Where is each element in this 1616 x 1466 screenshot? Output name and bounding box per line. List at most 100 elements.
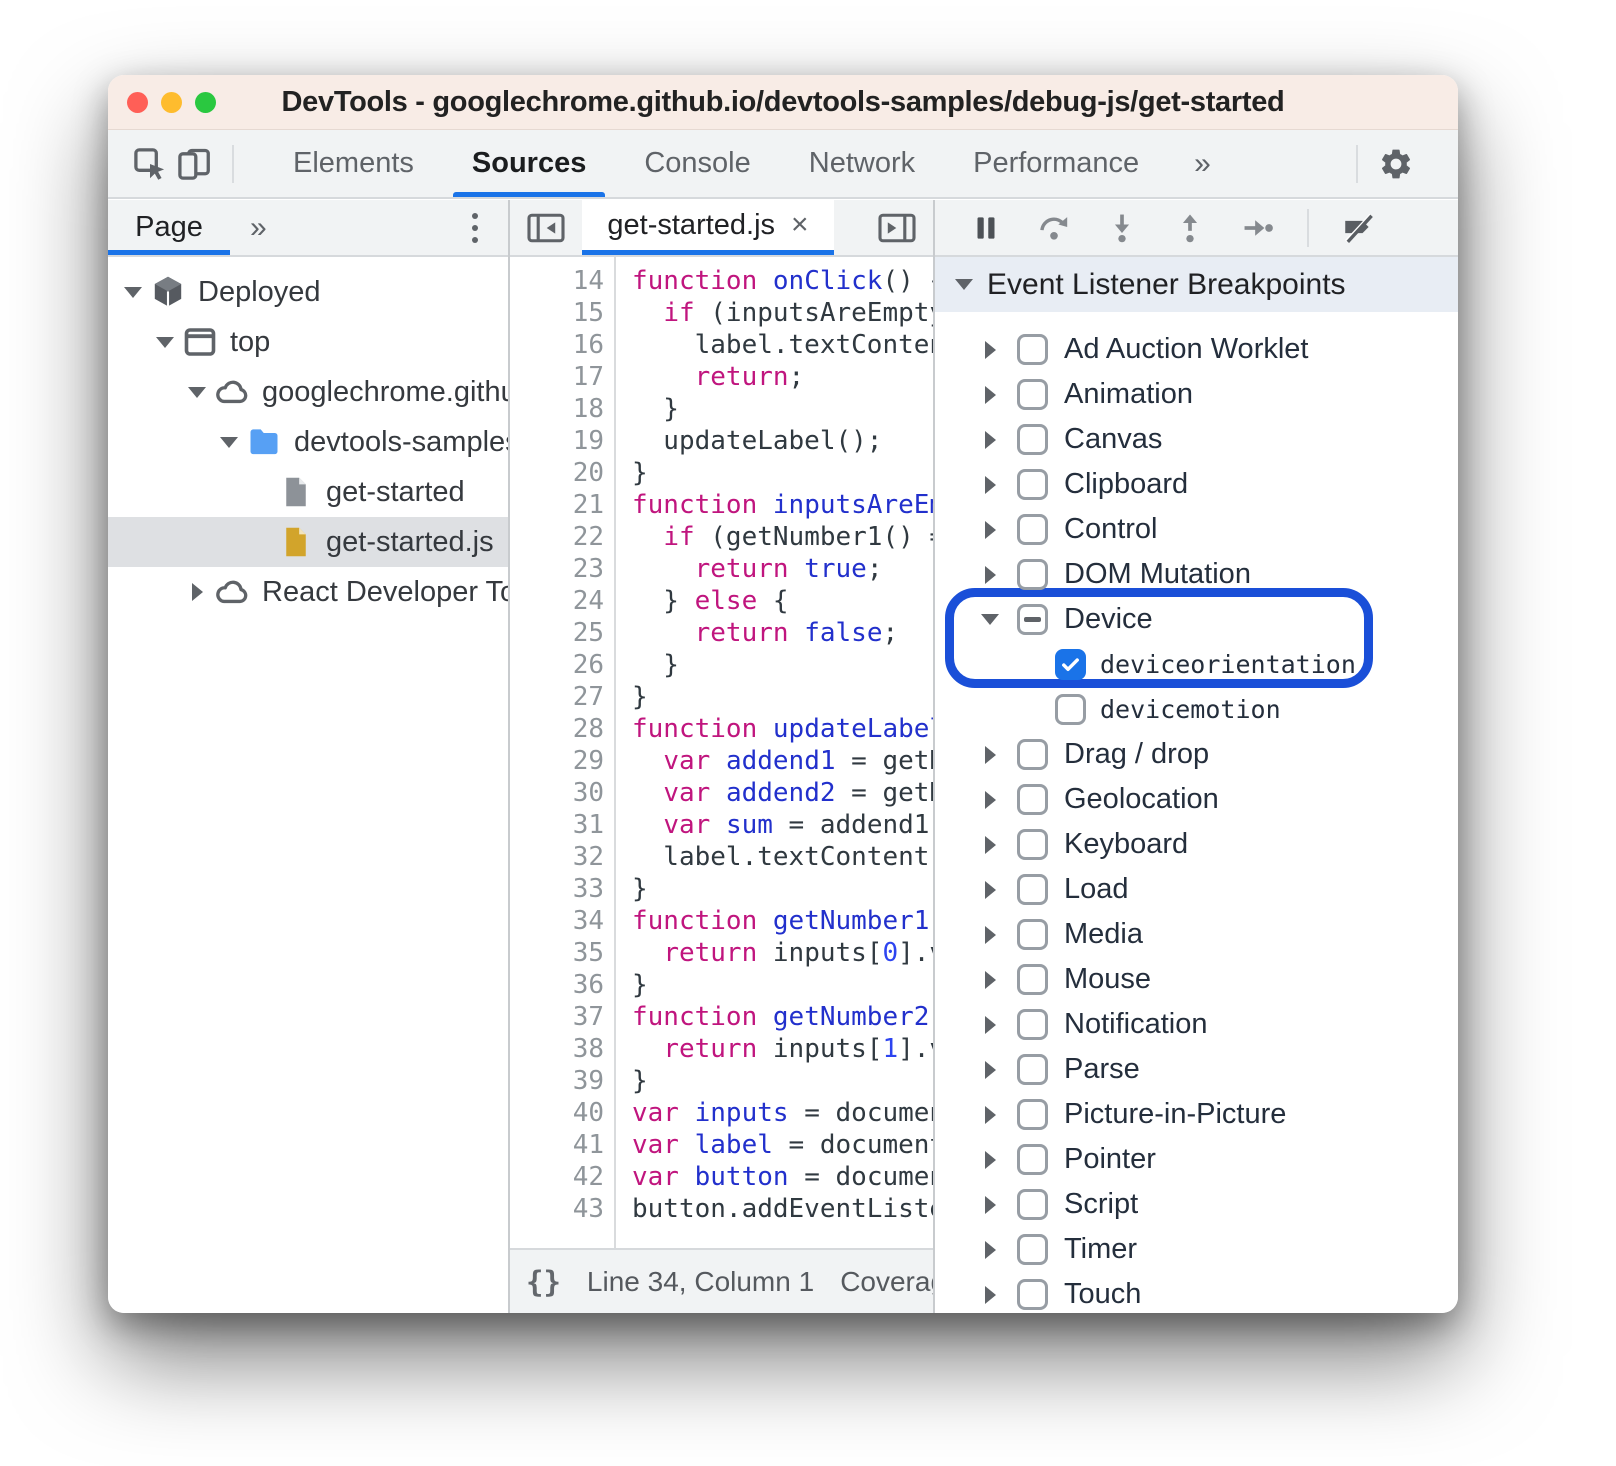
settings-gear-icon[interactable] <box>1374 142 1418 186</box>
line-number[interactable]: 39 <box>510 1065 604 1097</box>
pretty-print-icon[interactable]: {} <box>526 1265 561 1299</box>
tab-network[interactable]: Network <box>780 130 944 197</box>
more-navigator-tabs-chevron[interactable]: » <box>250 211 267 245</box>
chevron-collapsed-icon[interactable] <box>977 791 1003 809</box>
breakpoint-row-parse[interactable]: Parse <box>935 1047 1458 1092</box>
code-line-19[interactable]: updateLabel(); <box>632 425 933 457</box>
chevron-collapsed-icon[interactable] <box>977 1151 1003 1169</box>
chevron-collapsed-icon[interactable] <box>977 566 1003 584</box>
chevron-collapsed-icon[interactable] <box>977 1061 1003 1079</box>
tree-item-deployed[interactable]: Deployed <box>108 267 508 317</box>
chevron-collapsed-icon[interactable] <box>977 926 1003 944</box>
line-number[interactable]: 37 <box>510 1001 604 1033</box>
coverage-status[interactable]: Coverage <box>840 1266 933 1298</box>
code-line-21[interactable]: function inputsAreEmpty() { <box>632 489 933 521</box>
unchecked-checkbox[interactable] <box>1017 1144 1048 1175</box>
breakpoint-row-device[interactable]: Device <box>935 597 1458 642</box>
unchecked-checkbox[interactable] <box>1017 469 1048 500</box>
breakpoint-row-touch[interactable]: Touch <box>935 1272 1458 1313</box>
breakpoint-row-devicemotion[interactable]: devicemotion <box>935 687 1458 732</box>
chevron-collapsed-icon[interactable] <box>977 431 1003 449</box>
tab-console[interactable]: Console <box>615 130 779 197</box>
chevron-collapsed-icon[interactable] <box>977 836 1003 854</box>
code-line-36[interactable]: } <box>632 969 933 1001</box>
tree-item-top[interactable]: top <box>108 317 508 367</box>
code-editor[interactable]: 1415161718192021222324252627282930313233… <box>510 257 933 1248</box>
show-debugger-icon[interactable] <box>861 200 933 255</box>
line-number[interactable]: 24 <box>510 585 604 617</box>
breakpoint-row-deviceorientation[interactable]: deviceorientation <box>935 642 1458 687</box>
line-number[interactable]: 41 <box>510 1129 604 1161</box>
navigator-tab-page[interactable]: Page <box>108 200 230 255</box>
code-line-16[interactable]: label.textContent = <box>632 329 933 361</box>
line-number[interactable]: 19 <box>510 425 604 457</box>
step-out-icon[interactable] <box>1161 206 1219 250</box>
code-line-38[interactable]: return inputs[1].value; <box>632 1033 933 1065</box>
line-number[interactable]: 15 <box>510 297 604 329</box>
unchecked-checkbox[interactable] <box>1017 334 1048 365</box>
unchecked-checkbox[interactable] <box>1017 379 1048 410</box>
step-into-icon[interactable] <box>1093 206 1151 250</box>
line-number[interactable]: 36 <box>510 969 604 1001</box>
line-number[interactable]: 20 <box>510 457 604 489</box>
line-number[interactable]: 29 <box>510 745 604 777</box>
zoom-window-button[interactable] <box>195 92 216 113</box>
code-line-31[interactable]: var sum = addend1 + addend2; <box>632 809 933 841</box>
code-line-42[interactable]: var button = document.querySelector( <box>632 1161 933 1193</box>
unchecked-checkbox[interactable] <box>1017 559 1048 590</box>
line-number[interactable]: 43 <box>510 1193 604 1225</box>
chevron-collapsed-icon[interactable] <box>977 881 1003 899</box>
line-number[interactable]: 17 <box>510 361 604 393</box>
unchecked-checkbox[interactable] <box>1017 1189 1048 1220</box>
close-tab-icon[interactable]: × <box>791 208 809 242</box>
breakpoint-row-drag-drop[interactable]: Drag / drop <box>935 732 1458 777</box>
chevron-collapsed-icon[interactable] <box>977 1196 1003 1214</box>
chevron-expanded-icon[interactable] <box>977 614 1003 625</box>
unchecked-checkbox[interactable] <box>1017 964 1048 995</box>
unchecked-checkbox[interactable] <box>1017 1234 1048 1265</box>
code-line-40[interactable]: var inputs = document.querySelectorAll <box>632 1097 933 1129</box>
chevron-expanded-icon[interactable] <box>152 337 178 348</box>
chevron-collapsed-icon[interactable] <box>977 521 1003 539</box>
unchecked-checkbox[interactable] <box>1017 1099 1048 1130</box>
breakpoint-row-timer[interactable]: Timer <box>935 1227 1458 1272</box>
device-toolbar-icon[interactable] <box>172 142 216 186</box>
chevron-collapsed-icon[interactable] <box>977 1241 1003 1259</box>
chevron-collapsed-icon[interactable] <box>977 1286 1003 1304</box>
code-line-29[interactable]: var addend1 = getNumber1(); <box>632 745 933 777</box>
unchecked-checkbox[interactable] <box>1017 919 1048 950</box>
breakpoint-row-control[interactable]: Control <box>935 507 1458 552</box>
chevron-collapsed-icon[interactable] <box>977 1106 1003 1124</box>
code-line-15[interactable]: if (inputsAreEmpty()) { <box>632 297 933 329</box>
tab-elements[interactable]: Elements <box>264 130 443 197</box>
code-line-30[interactable]: var addend2 = getNumber2(); <box>632 777 933 809</box>
deactivate-breakpoints-icon[interactable] <box>1329 206 1387 250</box>
line-number[interactable]: 22 <box>510 521 604 553</box>
step-icon[interactable] <box>1229 206 1287 250</box>
tab-sources[interactable]: Sources <box>443 130 615 197</box>
code-line-41[interactable]: var label = document.querySelector( <box>632 1129 933 1161</box>
checked-checkbox[interactable] <box>1055 649 1086 680</box>
breakpoint-row-keyboard[interactable]: Keyboard <box>935 822 1458 867</box>
line-number[interactable]: 21 <box>510 489 604 521</box>
minimize-window-button[interactable] <box>161 92 182 113</box>
line-number-gutter[interactable]: 1415161718192021222324252627282930313233… <box>510 257 616 1248</box>
breakpoint-row-script[interactable]: Script <box>935 1182 1458 1227</box>
unchecked-checkbox[interactable] <box>1017 1054 1048 1085</box>
code-line-17[interactable]: return; <box>632 361 933 393</box>
line-number[interactable]: 34 <box>510 905 604 937</box>
tree-item-googlechrome-github-io[interactable]: googlechrome.github.io <box>108 367 508 417</box>
line-number[interactable]: 18 <box>510 393 604 425</box>
line-number[interactable]: 14 <box>510 265 604 297</box>
unchecked-checkbox[interactable] <box>1017 874 1048 905</box>
unchecked-checkbox[interactable] <box>1017 424 1048 455</box>
chevron-collapsed-icon[interactable] <box>977 476 1003 494</box>
pause-script-icon[interactable] <box>957 206 1015 250</box>
chevron-expanded-icon[interactable] <box>216 437 242 448</box>
chevron-expanded-icon[interactable] <box>120 287 146 298</box>
tree-item-get-started[interactable]: get-started <box>108 467 508 517</box>
breakpoint-row-media[interactable]: Media <box>935 912 1458 957</box>
chevron-collapsed-icon[interactable] <box>977 386 1003 404</box>
breakpoint-row-dom-mutation[interactable]: DOM Mutation <box>935 552 1458 597</box>
line-number[interactable]: 28 <box>510 713 604 745</box>
